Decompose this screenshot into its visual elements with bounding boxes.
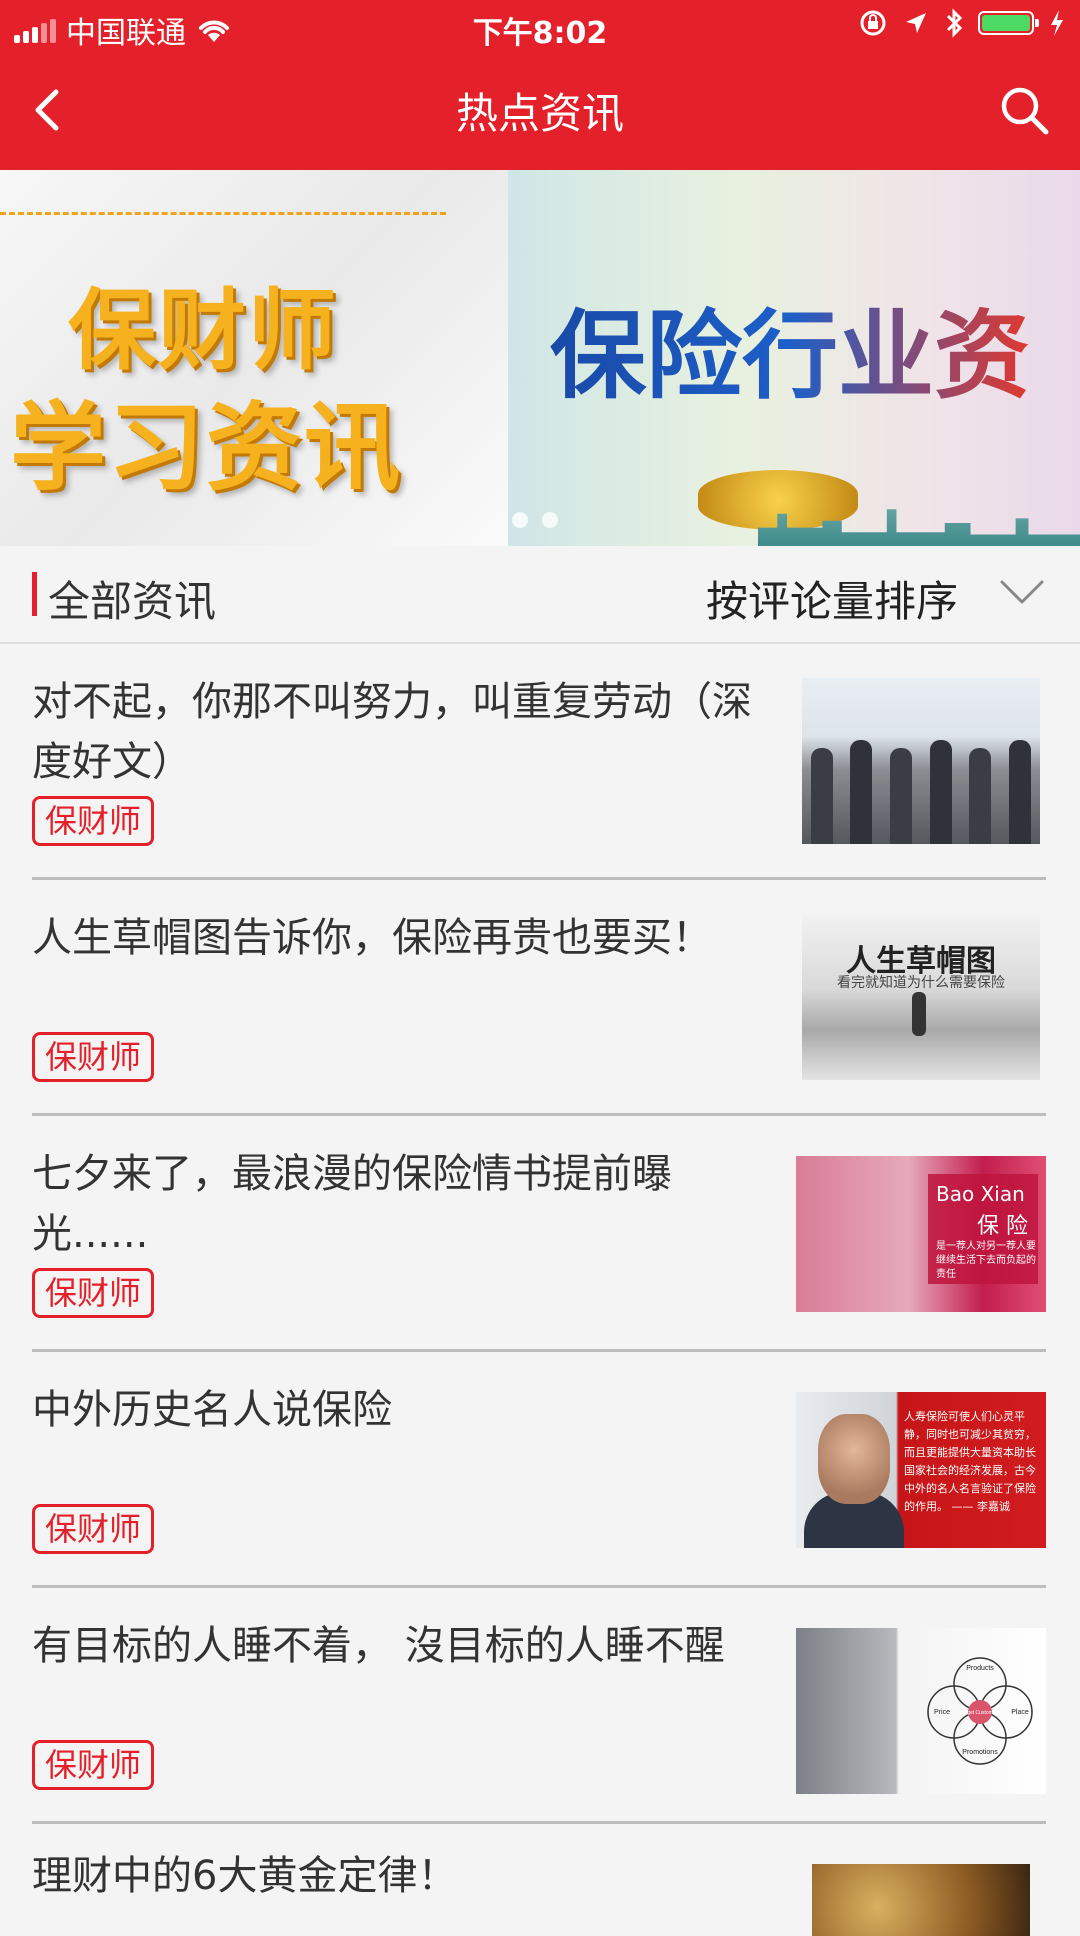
article-tag: 保财师 [32,1740,155,1790]
charging-icon [1051,10,1063,36]
walking-man-image [912,992,926,1036]
article-tag: 保财师 [32,796,155,846]
sort-dropdown[interactable]: 按评论量排序 [706,568,958,629]
article-title: 对不起，你那不叫努力，叫重复劳动（深度好文） [32,679,752,785]
article-title: 有目标的人睡不着， 沒目标的人睡不醒 [32,1623,725,1669]
banner-left-subtitle: 学习资讯 [10,392,402,504]
banner-left-title: 保财师 [68,279,339,382]
article-tag: 保财师 [32,1504,155,1554]
article-tag: 保财师 [32,1032,155,1082]
article-title: 理财中的6大黄金定律！ [32,1853,458,1899]
carousel-dot[interactable] [512,512,528,528]
carousel-dots [512,512,558,528]
article-list: 对不起，你那不叫努力，叫重复劳动（深度好文） 保财师 人生草帽图告诉你，保险再贵… [0,644,1080,1936]
portrait-face-image [818,1414,890,1504]
article-title: 中外历史名人说保险 [32,1387,392,1433]
article-tag: 保财师 [32,1268,155,1318]
thumbnail-small-text: 是一荐人对另一荐人要继续生活下去而负起的责任 [936,1241,1036,1280]
page-title: 热点资讯 [455,89,624,138]
filter-bar: 全部资讯 按评论量排序 [0,546,1080,644]
section-accent-bar [32,572,37,616]
chevron-down-icon[interactable] [998,572,1046,612]
diagram-label: Target Customers [960,1710,1000,1716]
banner-right-title: 保险行业资 [550,278,1030,417]
diagram-label: Promotions [962,1749,998,1756]
thumbnail-overlay: Bao Xian 保 险 是一荐人对另一荐人要继续生活下去而负起的责任 [928,1174,1038,1284]
banner-carousel[interactable]: 保财师 学习资讯 保险行业资 [0,170,1080,546]
diagram-label: Products [966,1665,994,1672]
marketing-mix-diagram: Products Price Target Customers Place Pr… [927,1657,1033,1765]
status-right [858,8,1066,38]
article-thumbnail: 人寿保险可使人们心灵平静，同时也可减少其贫穷，而且更能提供大量资本助长国家社会的… [796,1392,1046,1548]
status-bar: 中国联通 下午8:02 [0,0,1080,54]
thumbnail-subcaption: 看完就知道为什么需要保险 [837,975,1005,991]
thumbnail-quote-text: 人寿保险可使人们心灵平静，同时也可减少其贫穷，而且更能提供大量资本助长国家社会的… [904,1410,1036,1513]
article-thumbnail [812,1864,1030,1936]
article-thumbnail: 人生草帽图 看完就知道为什么需要保险 [802,914,1040,1080]
nav-bar: 热点资讯 [0,60,1080,160]
banner-slide-right: 保险行业资 [508,170,1080,546]
search-icon[interactable] [996,82,1052,138]
banner-dashed-line [0,212,446,215]
diagram-label: Price [934,1709,950,1716]
article-item[interactable]: 有目标的人睡不着， 沒目标的人睡不醒 保财师 Products Price Ta… [0,1588,1080,1824]
article-thumbnail: Bao Xian 保 险 是一荐人对另一荐人要继续生活下去而负起的责任 [796,1156,1046,1312]
article-item[interactable]: 理财中的6大黄金定律！ [0,1824,1080,1936]
header: 中国联通 下午8:02 热点资讯 [0,0,1080,170]
diagram-label: Place [1011,1709,1029,1716]
article-item[interactable]: 对不起，你那不叫努力，叫重复劳动（深度好文） 保财师 [0,644,1080,880]
thumbnail-cn-text: 保 险 [977,1214,1028,1239]
carousel-dot[interactable] [542,512,558,528]
section-label: 全部资讯 [48,577,217,626]
banner-slide-left: 保财师 学习资讯 [0,170,508,546]
bluetooth-icon [946,8,963,38]
article-title: 人生草帽图告诉你，保险再贵也要买！ [32,915,712,961]
rotation-lock-icon [860,10,886,36]
article-thumbnail: Products Price Target Customers Place Pr… [796,1628,1046,1794]
thumbnail-en-text: Bao Xian [936,1182,1025,1206]
celebrating-people-image [802,734,1040,844]
article-thumbnail [802,678,1040,844]
location-icon [906,13,926,33]
article-item[interactable]: 七夕来了，最浪漫的保险情书提前曝光...... 保财师 Bao Xian 保 险… [0,1116,1080,1352]
battery-icon [978,11,1039,35]
article-item[interactable]: 中外历史名人说保险 保财师 人寿保险可使人们心灵平静，同时也可减少其贫穷，而且更… [0,1352,1080,1588]
article-title: 七夕来了，最浪漫的保险情书提前曝光...... [32,1151,672,1257]
article-item[interactable]: 人生草帽图告诉你，保险再贵也要买！ 保财师 人生草帽图 看完就知道为什么需要保险 [0,880,1080,1116]
